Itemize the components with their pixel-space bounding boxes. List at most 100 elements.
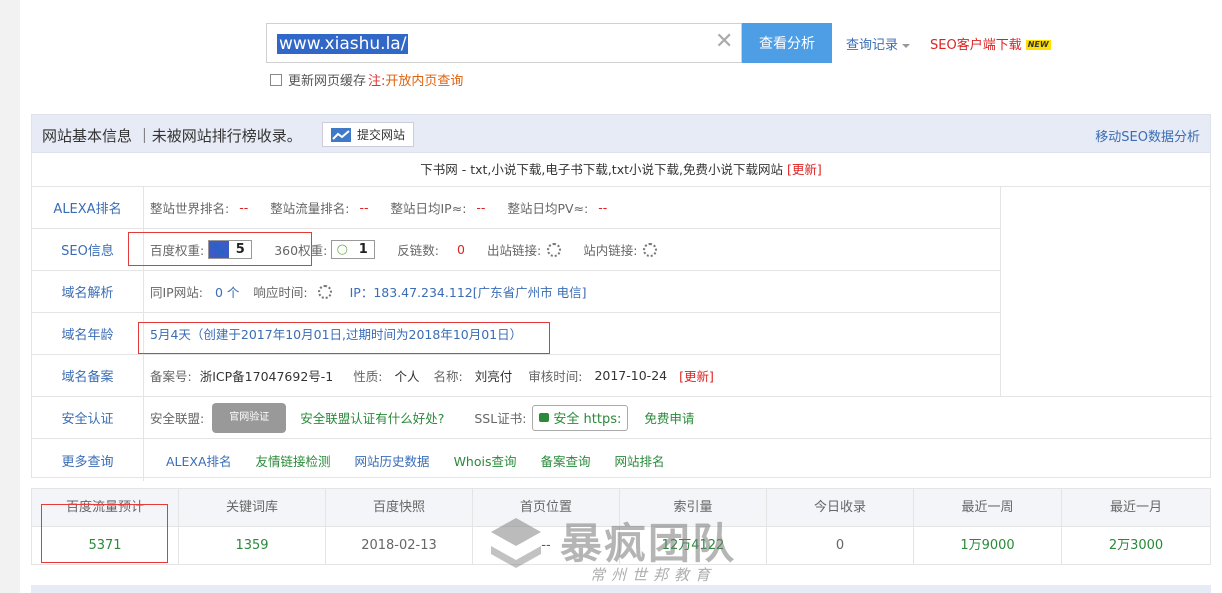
more-query-row: 更多查询 ALEXA排名 友情链接检测 网站历史数据 Whois查询 备案查询 … bbox=[32, 439, 1212, 481]
official-verify-seal: 官网验证 bbox=[212, 402, 287, 433]
stat-header: 索引量 bbox=[620, 489, 766, 527]
stat-value[interactable]: 1359 bbox=[179, 527, 325, 565]
stat-header: 百度快照 bbox=[326, 489, 472, 527]
chart-icon bbox=[331, 127, 351, 142]
stat-col-homepage-pos: 首页位置 -- bbox=[473, 489, 620, 564]
icp-name-value: 刘亮付 bbox=[474, 369, 513, 384]
baidu-weight-badge[interactable]: 🐾 5 bbox=[208, 240, 253, 259]
stat-header: 首页位置 bbox=[473, 489, 619, 527]
site-title-update-link[interactable]: [更新] bbox=[787, 162, 822, 177]
mobile-seo-link[interactable]: 移动SEO数据分析 bbox=[1095, 126, 1200, 145]
icp-update-link[interactable]: [更新] bbox=[679, 366, 714, 385]
more-query-links: ALEXA排名 友情链接检测 网站历史数据 Whois查询 备案查询 网站排名 bbox=[166, 439, 665, 481]
domain-age-row-label: 域名年龄 bbox=[32, 313, 144, 354]
traffic-rank-label: 整站流量排名: bbox=[270, 201, 350, 216]
icp-time-label: 审核时间: bbox=[528, 369, 583, 384]
world-rank-label: 整站世界排名: bbox=[150, 201, 230, 216]
stat-value: -- bbox=[541, 538, 551, 553]
stat-header: 最近一周 bbox=[914, 489, 1061, 527]
baidu-traffic-highlight bbox=[41, 504, 168, 563]
so-weight-badge[interactable]: ○ 1 bbox=[331, 240, 376, 259]
seo-client-download-link[interactable]: SEO客户端下载 NEW bbox=[930, 34, 1051, 53]
stat-value[interactable]: 12万4122 bbox=[620, 527, 766, 565]
history-dropdown[interactable]: 查询记录 bbox=[846, 34, 911, 53]
inner-page-query-link[interactable]: 开放内页查询 bbox=[385, 70, 463, 89]
security-row-content: 安全联盟: 官网验证 安全联盟认证有什么好处? SSL证书: 安全 https:… bbox=[150, 397, 694, 438]
dns-row-content: 同IP网站: 0 个 响应时间: IP：183.47.234.112[广东省广州… bbox=[150, 271, 586, 312]
stat-col-week: 最近一周 1万9000 bbox=[914, 489, 1062, 564]
submit-site-button[interactable]: 提交网站 bbox=[322, 122, 414, 147]
alexa-rank-link[interactable]: ALEXA排名 bbox=[166, 451, 232, 470]
so360-icon: ○ bbox=[332, 241, 353, 258]
daily-ip-label: 整站日均IP≈: bbox=[390, 201, 467, 216]
same-ip-value[interactable]: 0 个 bbox=[215, 282, 239, 301]
friend-link-check-link[interactable]: 友情链接检测 bbox=[256, 451, 331, 470]
daily-ip-value: -- bbox=[476, 200, 486, 215]
ssl-badge-text: 安全 https: bbox=[553, 412, 622, 427]
lock-icon bbox=[539, 413, 550, 422]
more-query-row-label: 更多查询 bbox=[32, 439, 144, 481]
icp-no-label: 备案号: bbox=[150, 369, 192, 384]
free-apply-link[interactable]: 免费申请 bbox=[644, 408, 694, 427]
so-weight-label: 360权重: bbox=[274, 243, 328, 258]
icp-nature-value: 个人 bbox=[394, 369, 420, 384]
close-icon[interactable]: ✕ bbox=[715, 30, 733, 54]
stats-table: 百度流量预计 5371 关键词库 1359 百度快照 2018-02-13 首页… bbox=[31, 488, 1211, 565]
stat-col-month: 最近一月 2万3000 bbox=[1062, 489, 1210, 564]
loading-spinner-icon bbox=[643, 242, 658, 257]
icp-name-label: 名称: bbox=[433, 369, 463, 384]
icp-query-link[interactable]: 备案查询 bbox=[540, 451, 590, 470]
stat-value[interactable]: 1万9000 bbox=[914, 527, 1061, 565]
icp-row-content: 备案号: 浙ICP备17047692号-1 性质: 个人 名称: 刘亮付 审核时… bbox=[150, 355, 714, 396]
ssl-badge[interactable]: 安全 https: bbox=[532, 404, 629, 431]
refresh-cache-checkbox[interactable] bbox=[270, 73, 282, 86]
history-label: 查询记录 bbox=[846, 38, 899, 53]
stat-header: 最近一月 bbox=[1062, 489, 1210, 527]
cache-row: 更新网页缓存 注: 开放内页查询 bbox=[270, 70, 463, 89]
seo-row-content: 百度权重: 🐾 5 360权重: ○ 1 反链数: 0 出站链接: 站内链接: bbox=[150, 229, 658, 270]
domain-age-row: 域名年龄 5月4天（创建于2017年10月01日,过期时间为2018年10月01… bbox=[32, 313, 1000, 355]
domain-age-value: 5月4天（创建于2017年10月01日,过期时间为2018年10月01日） bbox=[150, 327, 523, 342]
security-row-label: 安全认证 bbox=[32, 397, 144, 438]
site-history-link[interactable]: 网站历史数据 bbox=[355, 451, 430, 470]
dns-row-label: 域名解析 bbox=[32, 271, 144, 312]
inlinks-label: 站内链接: bbox=[583, 243, 638, 258]
stat-col-keywords: 关键词库 1359 bbox=[179, 489, 326, 564]
site-rank-link[interactable]: 网站排名 bbox=[615, 451, 665, 470]
whois-link[interactable]: Whois查询 bbox=[454, 451, 517, 470]
refresh-cache-label: 更新网页缓存 bbox=[288, 74, 367, 89]
alexa-row: ALEXA排名 整站世界排名: -- 整站流量排名: -- 整站日均IP≈: -… bbox=[32, 187, 1000, 229]
watermark-subtitle: 常州世邦教育 bbox=[590, 566, 717, 584]
alexa-row-label: ALEXA排名 bbox=[32, 187, 144, 228]
search-input-text: www.xiashu.la/ bbox=[277, 34, 409, 54]
site-info-title: 网站基本信息 ｜未被网站排行榜收录。 bbox=[42, 127, 302, 145]
search-input[interactable]: www.xiashu.la/ ✕ bbox=[266, 23, 742, 63]
icp-time-value: 2017-10-24 bbox=[594, 368, 668, 383]
site-title: 下书网 - txt,小说下载,电子书下载,txt小说下载,免费小说下载网站 bbox=[420, 162, 783, 177]
ssl-label: SSL证书: bbox=[474, 411, 527, 426]
seo-download-label: SEO客户端下载 bbox=[930, 38, 1022, 53]
world-rank-value: -- bbox=[239, 200, 249, 215]
baidu-weight-label: 百度权重: bbox=[150, 243, 205, 258]
bottom-section-header bbox=[31, 585, 1211, 593]
security-union-link[interactable]: 安全联盟认证有什么好处? bbox=[300, 408, 444, 427]
stat-value[interactable]: 2万3000 bbox=[1062, 527, 1210, 565]
baidu-paw-icon: 🐾 bbox=[209, 241, 230, 258]
stat-col-snapshot: 百度快照 2018-02-13 bbox=[326, 489, 473, 564]
loading-spinner-icon bbox=[317, 284, 332, 299]
analyze-button[interactable]: 查看分析 bbox=[742, 23, 832, 63]
outlinks-label: 出站链接: bbox=[486, 243, 542, 258]
dns-row: 域名解析 同IP网站: 0 个 响应时间: IP：183.47.234.112[… bbox=[32, 271, 1000, 313]
stat-col-today: 今日收录 0 bbox=[767, 489, 914, 564]
response-time-label: 响应时间: bbox=[253, 285, 308, 300]
daily-pv-label: 整站日均PV≈: bbox=[507, 201, 589, 216]
icp-row: 域名备案 备案号: 浙ICP备17047692号-1 性质: 个人 名称: 刘亮… bbox=[32, 355, 1000, 397]
backlinks-value[interactable]: 0 bbox=[457, 242, 465, 257]
note-label: 注: bbox=[368, 74, 386, 89]
icp-row-label: 域名备案 bbox=[32, 355, 144, 396]
stat-value: 0 bbox=[835, 538, 845, 553]
stat-header: 关键词库 bbox=[179, 489, 325, 527]
site-info-table: 下书网 - txt,小说下载,电子书下载,txt小说下载,免费小说下载网站 [更… bbox=[31, 153, 1212, 481]
so-weight-value: 1 bbox=[358, 242, 368, 257]
backlinks-label: 反链数: bbox=[397, 243, 440, 258]
